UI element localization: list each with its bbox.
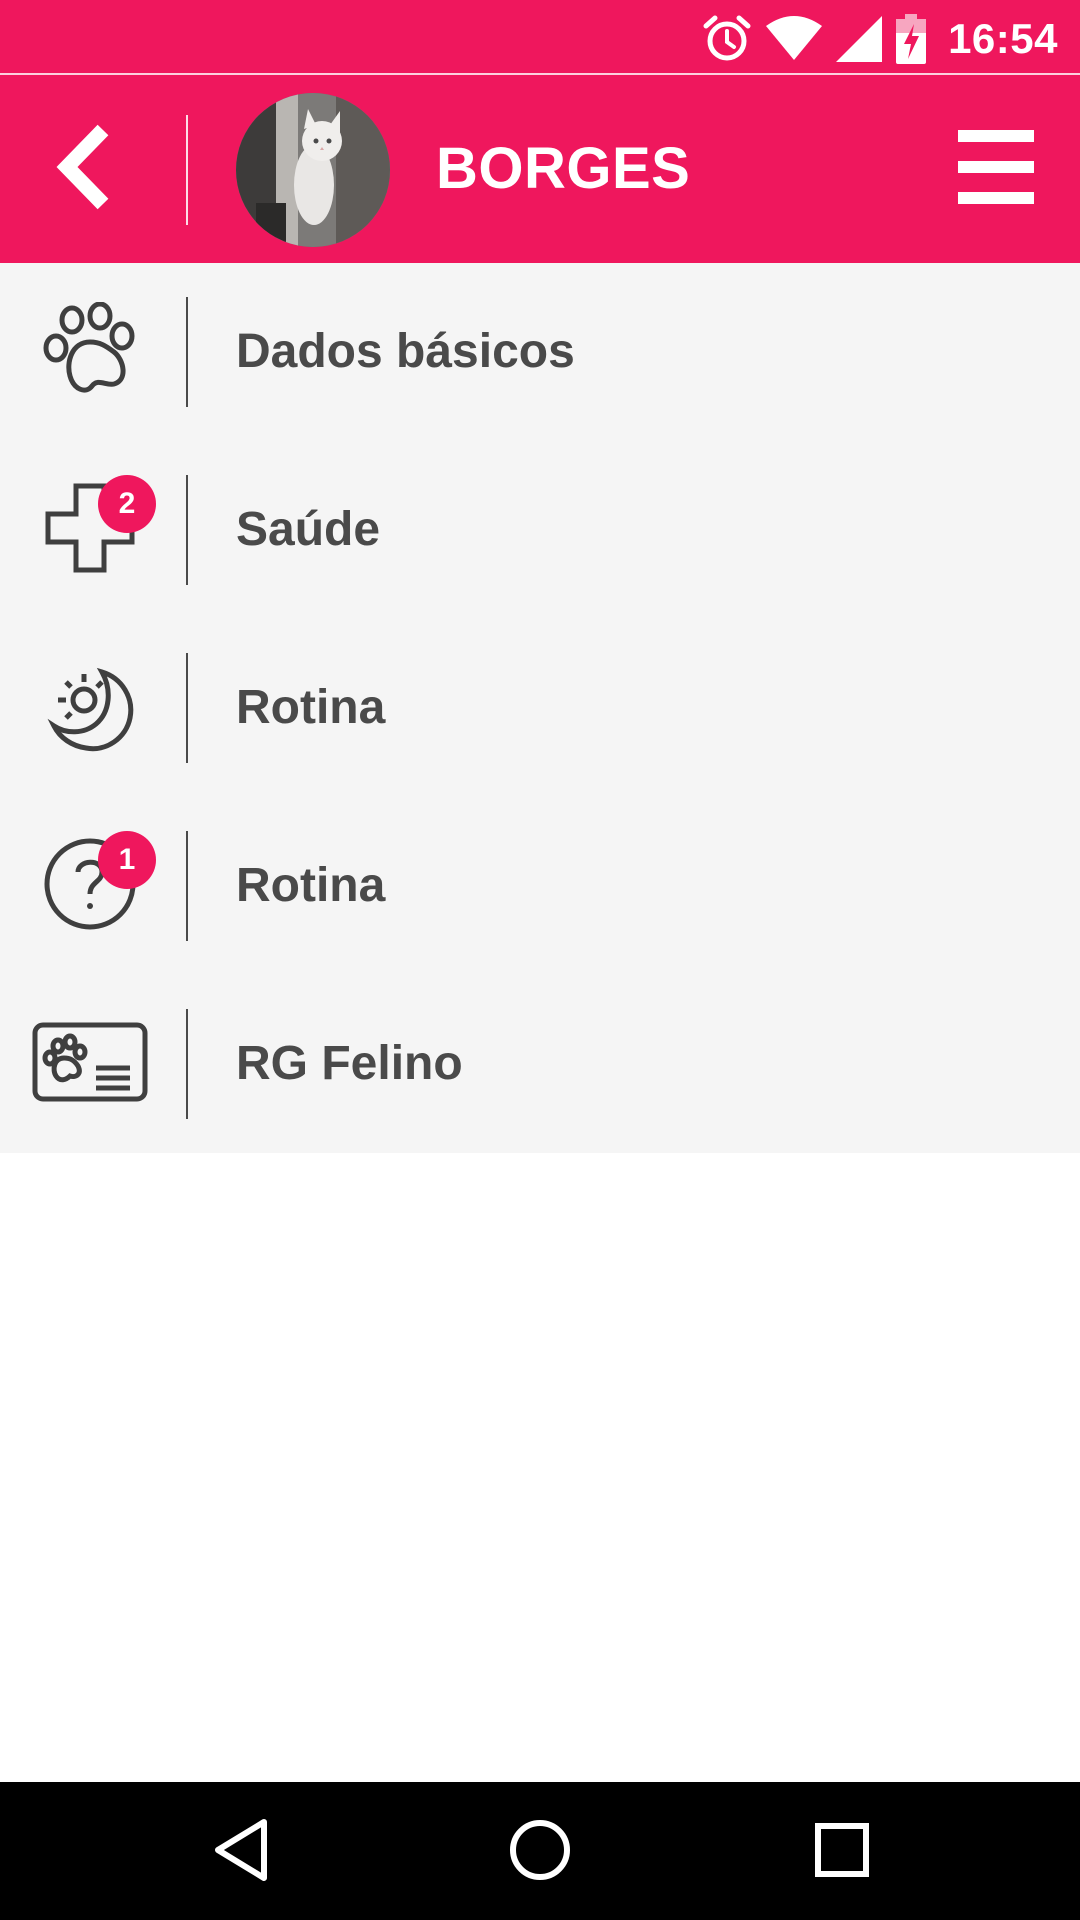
nav-recents-button[interactable] bbox=[802, 1812, 882, 1892]
divider bbox=[186, 653, 188, 763]
menu-item-label: Dados básicos bbox=[236, 325, 575, 378]
menu-item-rotina-help[interactable]: 1 Rotina bbox=[0, 797, 1080, 975]
sun-moon-icon bbox=[42, 658, 138, 759]
menu-item-rotina[interactable]: Rotina bbox=[0, 619, 1080, 797]
nav-back-button[interactable] bbox=[202, 1812, 282, 1892]
signal-icon bbox=[836, 16, 883, 62]
alarm-icon bbox=[702, 14, 752, 64]
menu-item-label: Rotina bbox=[236, 859, 386, 912]
home-circle-icon bbox=[508, 1818, 572, 1887]
header-divider bbox=[186, 115, 188, 225]
hamburger-menu-icon bbox=[954, 125, 1040, 211]
menu-item-label: Saúde bbox=[236, 503, 381, 556]
menu-list: Dados básicos 2 Saúde Rotina 1 Rotina RG… bbox=[0, 263, 1080, 1153]
navigation-bar bbox=[0, 1782, 1080, 1920]
menu-item-label: Rotina bbox=[236, 681, 386, 734]
wifi-icon bbox=[766, 16, 823, 62]
paw-icon bbox=[42, 301, 138, 403]
status-time: 16:54 bbox=[948, 15, 1058, 62]
divider bbox=[186, 297, 188, 407]
recents-square-icon bbox=[814, 1822, 870, 1883]
pet-name: BORGES bbox=[436, 136, 691, 201]
divider bbox=[186, 831, 188, 941]
menu-item-dados-basicos[interactable]: Dados básicos bbox=[0, 263, 1080, 441]
menu-item-rg-felino[interactable]: RG Felino bbox=[0, 975, 1080, 1153]
status-icons: 16:54 bbox=[702, 10, 1058, 68]
battery-charging-icon bbox=[896, 14, 927, 64]
chevron-left-icon bbox=[55, 124, 115, 215]
divider bbox=[186, 475, 188, 585]
notification-badge: 1 bbox=[98, 831, 156, 889]
id-card-icon bbox=[32, 1022, 148, 1107]
nav-home-button[interactable] bbox=[500, 1812, 580, 1892]
cat-photo bbox=[236, 93, 390, 247]
notification-badge: 2 bbox=[98, 475, 156, 533]
menu-item-label: RG Felino bbox=[236, 1037, 463, 1090]
divider bbox=[186, 1009, 188, 1119]
back-button[interactable] bbox=[30, 119, 140, 219]
menu-item-saude[interactable]: 2 Saúde bbox=[0, 441, 1080, 619]
menu-button[interactable] bbox=[954, 125, 1040, 211]
avatar[interactable] bbox=[236, 93, 390, 247]
app-bar: BORGES bbox=[0, 75, 1080, 263]
back-triangle-icon bbox=[212, 1818, 272, 1887]
status-bar: 16:54 bbox=[0, 0, 1080, 75]
